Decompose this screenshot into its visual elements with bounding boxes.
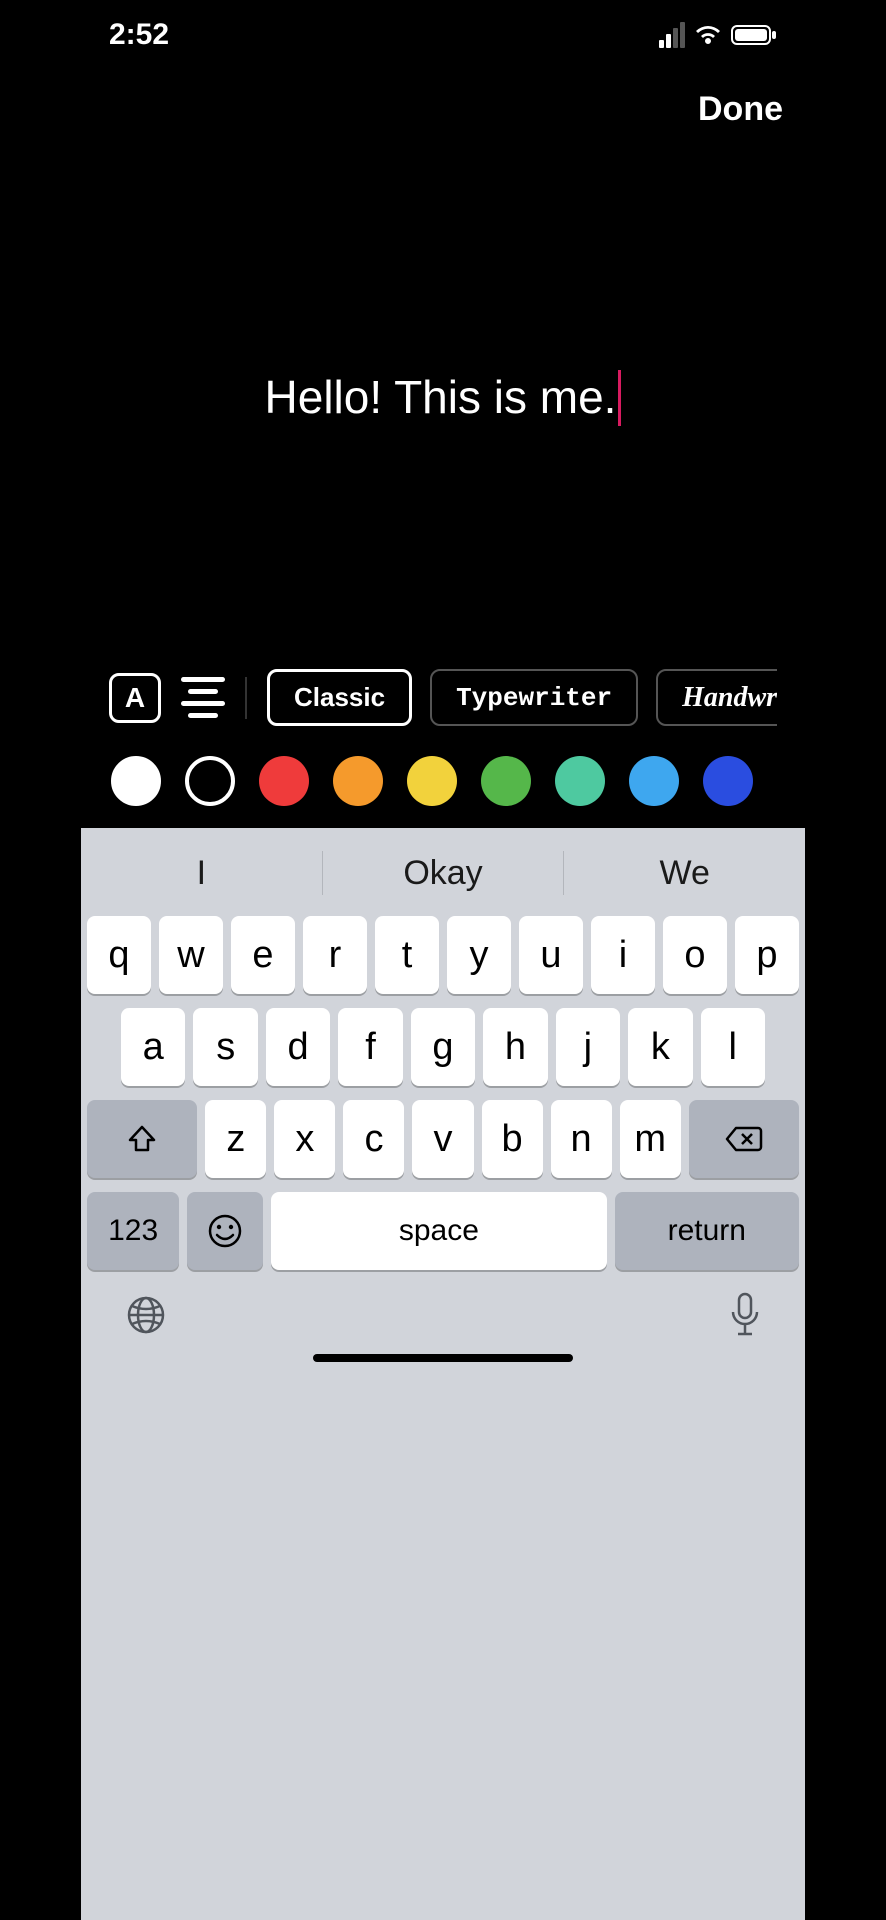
key-k[interactable]: k: [628, 1008, 692, 1086]
toolbar-top-row: A Classic Typewriter Handwrit: [109, 669, 777, 726]
font-option-typewriter[interactable]: Typewriter: [430, 669, 638, 726]
text-canvas[interactable]: Hello! This is me.: [81, 129, 805, 669]
dictation-icon[interactable]: [729, 1292, 761, 1338]
key-t[interactable]: t: [375, 916, 439, 994]
return-key[interactable]: return: [615, 1192, 799, 1270]
keyboard-row-2: asdfghjkl: [87, 1008, 799, 1086]
key-d[interactable]: d: [266, 1008, 330, 1086]
color-red[interactable]: [259, 756, 309, 806]
status-icons: [659, 22, 777, 48]
wifi-icon: [693, 24, 723, 46]
suggestion-3[interactable]: We: [564, 854, 805, 893]
shift-key[interactable]: [87, 1100, 197, 1178]
font-option-handwriting[interactable]: Handwrit: [656, 669, 777, 726]
key-n[interactable]: n: [551, 1100, 612, 1178]
key-p[interactable]: p: [735, 916, 799, 994]
key-v[interactable]: v: [412, 1100, 473, 1178]
globe-icon[interactable]: [125, 1294, 167, 1336]
key-m[interactable]: m: [620, 1100, 681, 1178]
key-e[interactable]: e: [231, 916, 295, 994]
key-j[interactable]: j: [556, 1008, 620, 1086]
suggestion-2[interactable]: Okay: [323, 854, 564, 893]
key-o[interactable]: o: [663, 916, 727, 994]
color-green[interactable]: [481, 756, 531, 806]
space-key[interactable]: space: [271, 1192, 606, 1270]
key-r[interactable]: r: [303, 916, 367, 994]
ios-keyboard: I Okay We qwertyuiop asdfghjkl zxcvbnm 1…: [81, 828, 805, 1920]
key-y[interactable]: y: [447, 916, 511, 994]
numbers-key[interactable]: 123: [87, 1192, 179, 1270]
key-u[interactable]: u: [519, 916, 583, 994]
cellular-signal-icon: [659, 22, 685, 48]
color-blue[interactable]: [703, 756, 753, 806]
text-style-button[interactable]: A: [109, 673, 161, 723]
text-content: Hello! This is me.: [265, 371, 617, 423]
home-indicator[interactable]: [313, 1354, 573, 1362]
text-toolbar: A Classic Typewriter Handwrit: [81, 669, 805, 828]
done-button[interactable]: Done: [698, 90, 783, 129]
key-x[interactable]: x: [274, 1100, 335, 1178]
key-s[interactable]: s: [193, 1008, 257, 1086]
key-z[interactable]: z: [205, 1100, 266, 1178]
color-teal[interactable]: [555, 756, 605, 806]
color-orange[interactable]: [333, 756, 383, 806]
keyboard-row-1: qwertyuiop: [87, 916, 799, 994]
keyboard-suggestions: I Okay We: [81, 838, 805, 908]
color-yellow[interactable]: [407, 756, 457, 806]
color-white[interactable]: [111, 756, 161, 806]
emoji-key[interactable]: [187, 1192, 263, 1270]
key-b[interactable]: b: [482, 1100, 543, 1178]
keyboard-row-3: zxcvbnm: [87, 1100, 799, 1178]
key-g[interactable]: g: [411, 1008, 475, 1086]
key-f[interactable]: f: [338, 1008, 402, 1086]
battery-icon: [731, 24, 777, 46]
key-w[interactable]: w: [159, 916, 223, 994]
keyboard-bottom-bar: [81, 1276, 805, 1346]
editor-header: Done: [81, 70, 805, 129]
key-l[interactable]: l: [701, 1008, 765, 1086]
font-option-classic[interactable]: Classic: [267, 669, 412, 726]
key-i[interactable]: i: [591, 916, 655, 994]
color-black[interactable]: [185, 756, 235, 806]
backspace-key[interactable]: [689, 1100, 799, 1178]
key-h[interactable]: h: [483, 1008, 547, 1086]
key-q[interactable]: q: [87, 916, 151, 994]
color-sky[interactable]: [629, 756, 679, 806]
suggestion-1[interactable]: I: [81, 854, 322, 893]
toolbar-divider: [245, 677, 247, 719]
color-selector[interactable]: [109, 756, 777, 806]
keyboard-row-4: 123 space return: [87, 1192, 799, 1270]
font-selector[interactable]: Classic Typewriter Handwrit: [267, 669, 777, 726]
status-time: 2:52: [109, 18, 169, 52]
key-c[interactable]: c: [343, 1100, 404, 1178]
text-align-button[interactable]: [181, 677, 225, 718]
key-a[interactable]: a: [121, 1008, 185, 1086]
text-cursor: [618, 370, 621, 426]
status-bar: 2:52: [81, 0, 805, 70]
editable-text[interactable]: Hello! This is me.: [265, 370, 622, 429]
